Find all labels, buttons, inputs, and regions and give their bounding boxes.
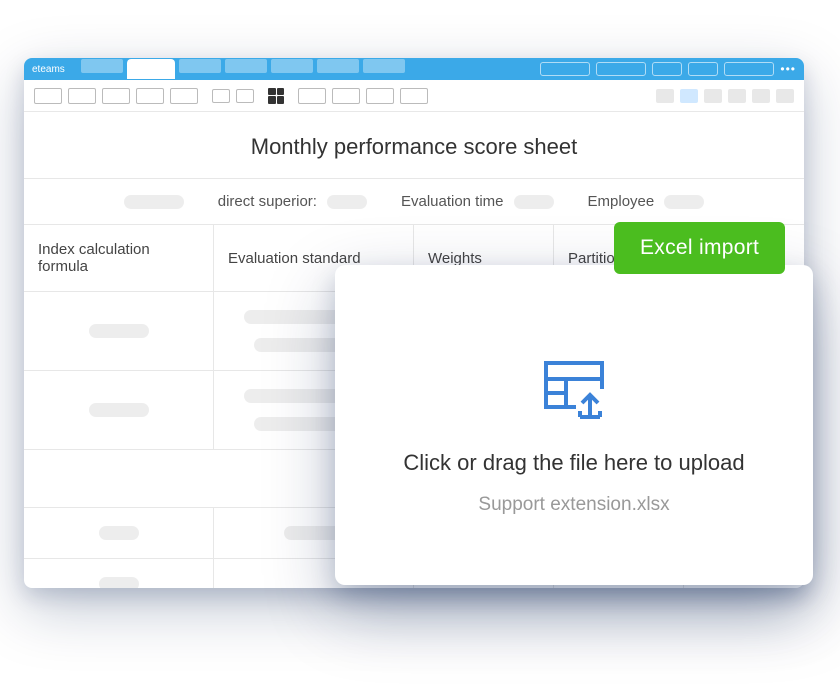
meta-value-placeholder [664,195,704,209]
toolbar-group [34,88,198,104]
tab-item[interactable] [317,59,359,73]
tool-button[interactable] [656,89,674,103]
tool-button[interactable] [34,88,62,104]
tool-button[interactable] [776,89,794,103]
tool-button[interactable] [170,88,198,104]
table-cell[interactable] [24,292,214,370]
meta-direct-superior: direct superior: [218,193,367,210]
tool-button[interactable] [400,88,428,104]
brand-logo: eteams [32,64,65,75]
cell-placeholder [89,324,149,338]
tool-button[interactable] [704,89,722,103]
tab-item[interactable] [363,59,405,73]
toolbar-group [212,89,254,103]
upload-icon [538,355,610,432]
cell-placeholder [89,403,149,417]
tool-button[interactable] [752,89,770,103]
toolbar [24,80,804,112]
tool-button[interactable] [236,89,254,103]
toolbar-group-right [656,89,794,103]
tool-button[interactable] [298,88,326,104]
more-icon[interactable]: ••• [780,62,796,76]
column-header-formula: Index calculation formula [24,225,214,291]
meta-label: Employee [588,193,655,210]
table-cell[interactable] [24,371,214,449]
topbar-button[interactable] [724,62,774,76]
meta-row: direct superior: Evaluation time Employe… [24,178,804,225]
tool-button[interactable] [332,88,360,104]
upload-card[interactable]: Click or drag the file here to upload Su… [335,265,813,585]
topbar-button[interactable] [652,62,682,76]
meta-evaluation-time: Evaluation time [401,193,554,210]
toolbar-group [298,88,428,104]
tab-item[interactable] [179,59,221,73]
tool-button[interactable] [680,89,698,103]
cell-placeholder [99,577,139,588]
tab-item[interactable] [271,59,313,73]
topbar: eteams ••• [24,58,804,80]
tool-button[interactable] [68,88,96,104]
topbar-tabs [81,59,535,79]
excel-import-badge[interactable]: Excel import [614,222,785,274]
table-cell[interactable] [24,559,214,588]
meta-employee: Employee [588,193,705,210]
tool-button[interactable] [212,89,230,103]
topbar-button[interactable] [688,62,718,76]
tab-item[interactable] [225,59,267,73]
sheet-title: Monthly performance score sheet [24,112,804,178]
topbar-actions: ••• [540,62,796,76]
cell-placeholder [99,526,139,540]
toolbar-group [268,88,284,104]
tab-item[interactable] [81,59,123,73]
upload-main-text: Click or drag the file here to upload [403,450,744,476]
grid-icon[interactable] [268,88,284,104]
topbar-button[interactable] [596,62,646,76]
topbar-button[interactable] [540,62,590,76]
tool-button[interactable] [728,89,746,103]
meta-label: direct superior: [218,193,317,210]
tool-button[interactable] [366,88,394,104]
meta-value-placeholder [514,195,554,209]
meta-value-placeholder [327,195,367,209]
tool-button[interactable] [136,88,164,104]
meta-placeholder [124,195,184,209]
table-cell[interactable] [24,508,214,558]
tool-button[interactable] [102,88,130,104]
tab-item-active[interactable] [127,59,175,79]
upload-sub-text: Support extension.xlsx [478,494,669,516]
meta-label: Evaluation time [401,193,504,210]
